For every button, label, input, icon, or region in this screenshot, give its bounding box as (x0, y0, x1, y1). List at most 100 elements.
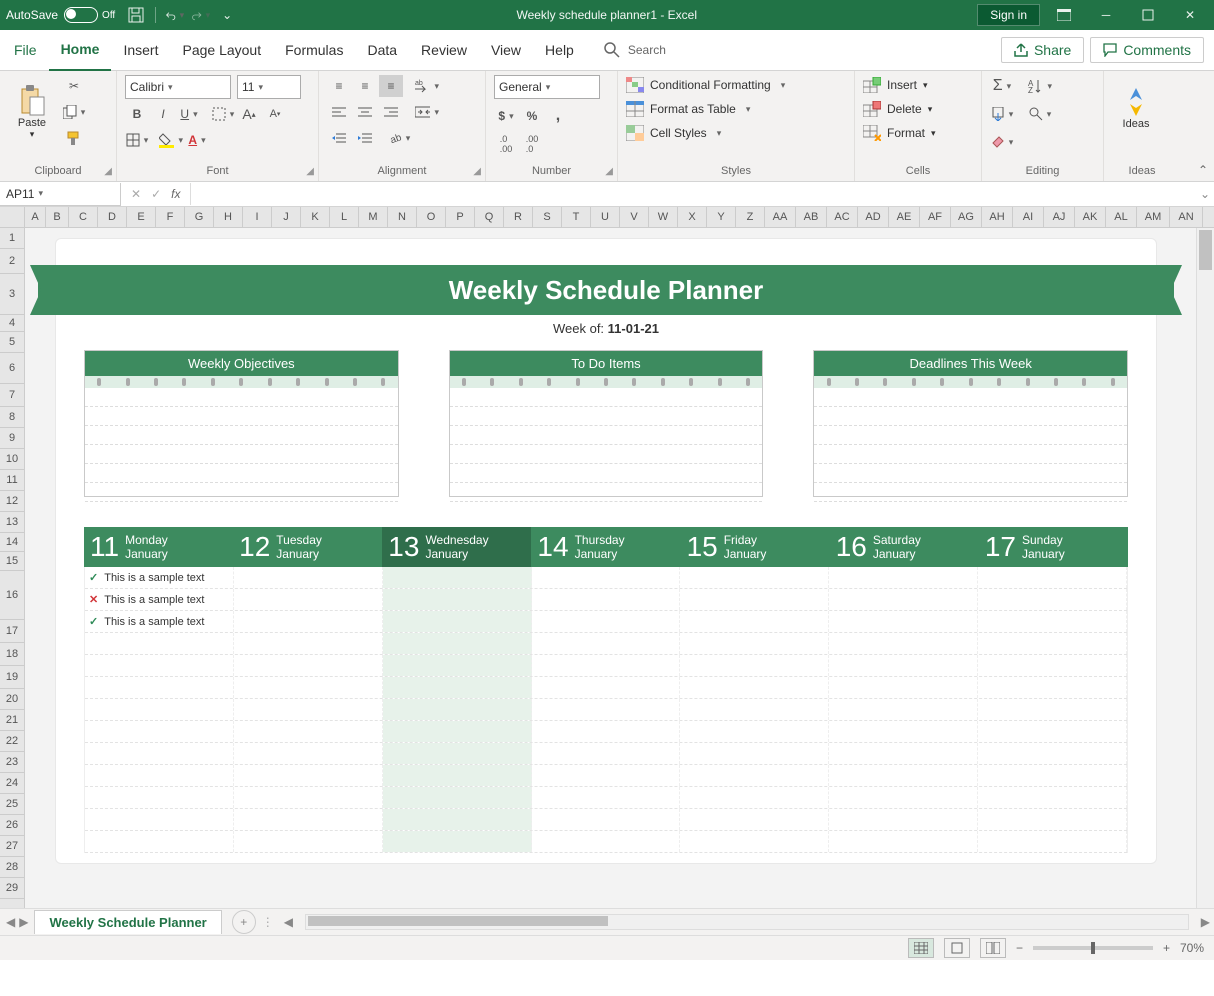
schedule-cell[interactable] (234, 655, 383, 676)
cell-styles-button[interactable]: Cell Styles (626, 125, 721, 141)
align-right-icon[interactable] (379, 101, 403, 123)
col-header[interactable]: I (243, 207, 272, 227)
schedule-cell[interactable] (85, 809, 234, 830)
schedule-cell[interactable] (680, 611, 829, 632)
collapse-ribbon-icon[interactable]: ⌃ (1198, 163, 1208, 177)
schedule-cell[interactable] (680, 655, 829, 676)
zoom-in-button[interactable]: + (1163, 941, 1170, 955)
row-header[interactable]: 26 (0, 815, 24, 836)
ideas-button[interactable]: Ideas (1112, 75, 1160, 141)
schedule-cell[interactable] (829, 677, 978, 698)
borders-button[interactable] (125, 129, 149, 151)
col-header[interactable]: P (446, 207, 475, 227)
number-dialog-icon[interactable]: ◢ (605, 166, 613, 177)
schedule-cell[interactable] (829, 831, 978, 852)
col-header[interactable]: O (417, 207, 446, 227)
schedule-cell[interactable] (234, 699, 383, 720)
number-format-combo[interactable]: General (494, 75, 600, 99)
page-layout-view-icon[interactable] (944, 938, 970, 958)
align-bottom-icon[interactable]: ≡ (379, 75, 403, 97)
fx-icon[interactable]: fx (171, 187, 180, 201)
worksheet-area[interactable]: Weekly Schedule Planner Week of: 11-01-2… (25, 228, 1196, 908)
col-header[interactable]: U (591, 207, 620, 227)
horizontal-scrollbar[interactable] (305, 914, 1189, 930)
schedule-cell[interactable] (680, 633, 829, 654)
find-select-button[interactable] (1028, 103, 1052, 125)
schedule-cell[interactable] (829, 787, 978, 808)
schedule-cell[interactable] (383, 677, 532, 698)
col-header[interactable]: S (533, 207, 562, 227)
row-header[interactable]: 17 (0, 620, 24, 643)
row-header[interactable]: 12 (0, 491, 24, 512)
schedule-cell[interactable] (978, 611, 1127, 632)
schedule-cell[interactable] (978, 721, 1127, 742)
decrease-font-icon[interactable]: A▾ (263, 103, 287, 125)
autosave-toggle[interactable]: AutoSave Off (6, 7, 115, 23)
schedule-cell[interactable] (829, 743, 978, 764)
schedule-cell[interactable] (680, 765, 829, 786)
tab-prev-icon[interactable]: ◀ (6, 915, 15, 929)
col-header[interactable]: X (678, 207, 707, 227)
schedule-cell[interactable] (85, 787, 234, 808)
col-header[interactable]: J (272, 207, 301, 227)
tab-file[interactable]: File (2, 30, 49, 70)
schedule-cell[interactable] (234, 611, 383, 632)
schedule-cell[interactable] (234, 743, 383, 764)
schedule-cell[interactable] (234, 721, 383, 742)
row-header[interactable]: 3 (0, 274, 24, 315)
schedule-cell[interactable] (383, 699, 532, 720)
row-header[interactable]: 18 (0, 643, 24, 666)
row-header[interactable]: 24 (0, 773, 24, 794)
sheet-tab-active[interactable]: Weekly Schedule Planner (34, 910, 221, 934)
maximize-icon[interactable] (1130, 0, 1166, 30)
sign-in-button[interactable]: Sign in (977, 4, 1040, 26)
tab-next-icon[interactable]: ▶ (19, 915, 28, 929)
font-dialog-icon[interactable]: ◢ (306, 166, 314, 177)
alignment-dialog-icon[interactable]: ◢ (473, 166, 481, 177)
col-header[interactable]: Q (475, 207, 504, 227)
fill-button[interactable] (990, 103, 1014, 125)
col-header[interactable]: Y (707, 207, 736, 227)
vertical-scrollbar[interactable] (1196, 228, 1214, 908)
schedule-cell[interactable] (532, 589, 681, 610)
schedule-cell[interactable] (532, 743, 681, 764)
schedule-cell[interactable] (829, 655, 978, 676)
schedule-cell[interactable] (829, 589, 978, 610)
schedule-cell[interactable] (829, 567, 978, 588)
col-header[interactable]: N (388, 207, 417, 227)
qat-more-icon[interactable]: ⌄ (218, 6, 236, 24)
col-header[interactable]: T (562, 207, 591, 227)
schedule-cell[interactable] (680, 721, 829, 742)
row-headers[interactable]: 1234567891011121314151617181920212223242… (0, 228, 25, 908)
col-header[interactable]: AC (827, 207, 858, 227)
schedule-cell[interactable] (978, 699, 1127, 720)
font-color-button[interactable]: A (185, 129, 209, 151)
schedule-cell[interactable] (680, 677, 829, 698)
schedule-cell[interactable] (532, 809, 681, 830)
schedule-cell[interactable] (383, 655, 532, 676)
font-name-combo[interactable]: Calibri (125, 75, 231, 99)
percent-format-icon[interactable]: % (520, 105, 544, 127)
row-header[interactable]: 10 (0, 449, 24, 470)
cancel-formula-icon[interactable]: ✕ (131, 187, 141, 201)
page-break-view-icon[interactable] (980, 938, 1006, 958)
hscroll-right-icon[interactable]: ▶ (1197, 915, 1214, 929)
col-header[interactable]: AG (951, 207, 982, 227)
row-header[interactable]: 14 (0, 533, 24, 552)
format-cells-button[interactable]: Format▾ (863, 125, 936, 141)
zoom-level[interactable]: 70% (1180, 941, 1204, 955)
row-header[interactable]: 22 (0, 731, 24, 752)
redo-icon[interactable] (192, 6, 210, 24)
schedule-cell[interactable] (383, 611, 532, 632)
merge-center-button[interactable] (415, 101, 439, 123)
schedule-cell[interactable] (383, 809, 532, 830)
schedule-cell[interactable] (680, 589, 829, 610)
col-header[interactable]: C (69, 207, 98, 227)
schedule-cell[interactable] (383, 567, 532, 588)
schedule-cell[interactable] (532, 611, 681, 632)
col-header[interactable]: AF (920, 207, 951, 227)
schedule-cell[interactable]: ✓This is a sample text (85, 567, 234, 588)
schedule-cell[interactable] (978, 787, 1127, 808)
schedule-cell[interactable] (680, 567, 829, 588)
col-header[interactable]: V (620, 207, 649, 227)
